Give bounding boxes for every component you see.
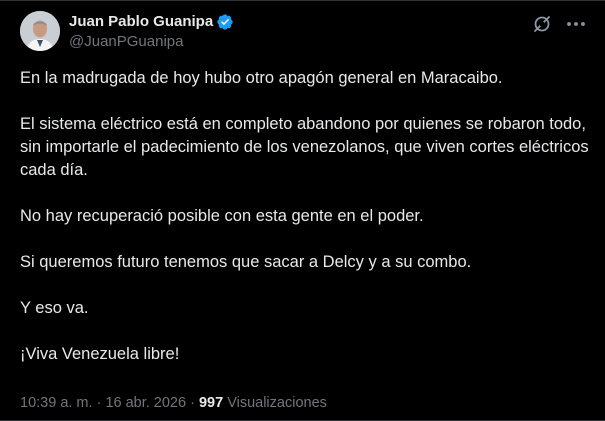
grok-icon[interactable] (525, 13, 559, 35)
author-name[interactable]: Juan Pablo Guanipa (69, 13, 213, 30)
meta-separator: · (186, 395, 199, 411)
post-date[interactable]: 16 abr. 2026 (105, 395, 186, 411)
post-text: En la madrugada de hoy hubo otro apagón … (20, 67, 590, 389)
post-card: Juan Pablo Guanipa @JuanPGuanipa En la m… (0, 0, 605, 421)
post-paragraph: No hay recuperació posible con esta gent… (20, 207, 424, 225)
views-count: 997 (198, 395, 224, 411)
post-meta: 10:39 a. m. · 16 abr. 2026 · 997 Visuali… (20, 395, 327, 411)
more-icon[interactable] (559, 13, 593, 35)
avatar[interactable] (20, 11, 60, 51)
author-handle[interactable]: @JuanPGuanipa (69, 33, 234, 50)
post-paragraph: Y eso va. (20, 299, 89, 317)
verified-badge-icon (216, 13, 234, 31)
author-info: Juan Pablo Guanipa @JuanPGuanipa (69, 12, 234, 50)
meta-separator: · (92, 395, 106, 411)
post-paragraph: El sistema eléctrico está en completo ab… (20, 115, 589, 179)
post-paragraph: Si queremos futuro tenemos que sacar a D… (20, 253, 472, 271)
views-label: Visualizaciones (227, 395, 327, 411)
post-paragraph: ¡Viva Venezuela libre! (20, 345, 180, 363)
post-time[interactable]: 10:39 a. m. (20, 395, 93, 411)
avatar-image (20, 11, 60, 51)
post-paragraph: En la madrugada de hoy hubo otro apagón … (20, 69, 503, 87)
header-actions (525, 13, 593, 35)
